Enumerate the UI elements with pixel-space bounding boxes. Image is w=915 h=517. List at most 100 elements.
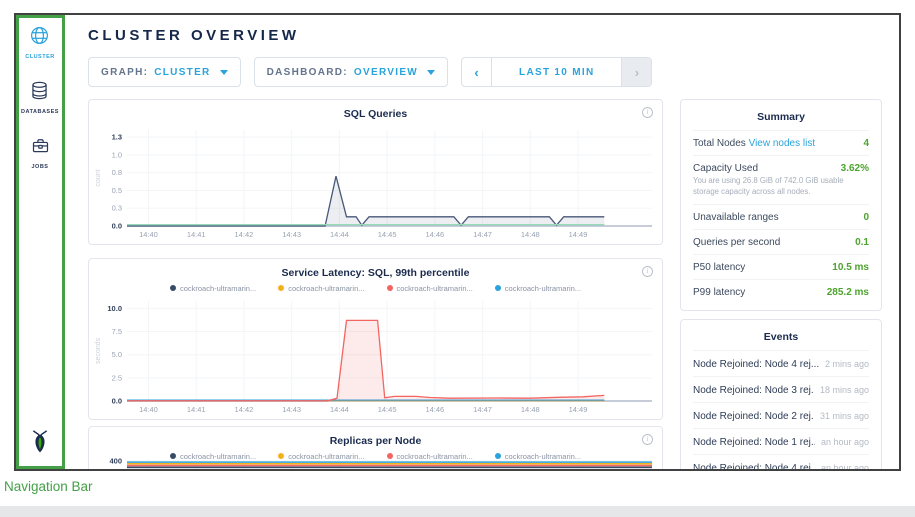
legend-item[interactable]: cockroach-ultramarin... bbox=[387, 283, 473, 293]
svg-text:14:47: 14:47 bbox=[473, 230, 492, 239]
legend-dot-icon bbox=[170, 285, 176, 291]
svg-text:14:49: 14:49 bbox=[569, 405, 588, 414]
capacity-description: You are using 26.8 GiB of 742.0 GiB usab… bbox=[693, 176, 869, 198]
graph-dropdown[interactable]: GRAPH: CLUSTER bbox=[88, 57, 241, 87]
summary-value: 0 bbox=[863, 212, 869, 223]
cockroachdb-logo-icon[interactable] bbox=[27, 428, 53, 461]
legend-label: cockroach-ultramarin... bbox=[288, 284, 364, 293]
info-icon[interactable] bbox=[642, 107, 653, 118]
sidebar-item-cluster[interactable]: CLUSTER bbox=[25, 25, 54, 60]
legend-dot-icon bbox=[495, 285, 501, 291]
svg-text:1.0: 1.0 bbox=[112, 150, 122, 159]
summary-label: Unavailable ranges bbox=[693, 212, 779, 223]
globe-cluster-icon bbox=[29, 25, 50, 51]
svg-text:14:40: 14:40 bbox=[139, 405, 158, 414]
legend-label: cockroach-ultramarin... bbox=[505, 284, 581, 293]
summary-value: 285.2 ms bbox=[827, 287, 869, 298]
summary-row-p99-latency: P99 latency 285.2 ms bbox=[693, 279, 869, 304]
summary-label: Queries per second bbox=[693, 237, 780, 248]
time-next-button[interactable]: › bbox=[621, 58, 651, 86]
graph-dropdown-value: CLUSTER bbox=[154, 67, 210, 78]
svg-text:0.8: 0.8 bbox=[112, 168, 122, 177]
summary-value: 10.5 ms bbox=[832, 262, 869, 273]
summary-panel: Summary Total Nodes View nodes list 4 Ca… bbox=[680, 99, 882, 311]
svg-text:14:44: 14:44 bbox=[330, 230, 349, 239]
svg-text:seconds: seconds bbox=[95, 337, 102, 364]
app-window: CLUSTER DATABASES bbox=[14, 13, 901, 471]
events-panel: Events Node Rejoined: Node 4 rej... 2 mi… bbox=[680, 319, 882, 469]
svg-text:0.3: 0.3 bbox=[112, 204, 122, 213]
svg-text:14:47: 14:47 bbox=[473, 405, 492, 414]
briefcase-icon bbox=[30, 135, 51, 161]
svg-text:7.5: 7.5 bbox=[112, 327, 122, 336]
navigation-bar: CLUSTER DATABASES bbox=[16, 15, 65, 469]
event-time: 18 mins ago bbox=[820, 385, 869, 395]
legend-dot-icon bbox=[387, 285, 393, 291]
svg-text:10.0: 10.0 bbox=[107, 304, 122, 313]
chevron-down-icon bbox=[427, 70, 435, 75]
chevron-down-icon bbox=[220, 70, 228, 75]
event-text: Node Rejoined: Node 3 rej... bbox=[693, 385, 814, 396]
event-time: an hour ago bbox=[821, 437, 869, 447]
svg-text:14:49: 14:49 bbox=[569, 230, 588, 239]
events-title: Events bbox=[693, 320, 869, 350]
svg-text:0.5: 0.5 bbox=[112, 186, 122, 195]
svg-text:14:46: 14:46 bbox=[425, 230, 444, 239]
svg-text:5.0: 5.0 bbox=[112, 350, 122, 359]
svg-text:14:40: 14:40 bbox=[139, 230, 158, 239]
summary-row-unavailable-ranges: Unavailable ranges 0 bbox=[693, 204, 869, 229]
chart-title: SQL Queries bbox=[89, 100, 662, 120]
legend-item[interactable]: cockroach-ultramarin... bbox=[495, 283, 581, 293]
summary-row-capacity-used: Capacity Used 3.62% You are using 26.8 G… bbox=[693, 155, 869, 204]
info-icon[interactable] bbox=[642, 266, 653, 277]
summary-row-p50-latency: P50 latency 10.5 ms bbox=[693, 254, 869, 279]
legend-item[interactable]: cockroach-ultramarin... bbox=[278, 283, 364, 293]
svg-text:2.5: 2.5 bbox=[112, 373, 122, 382]
event-row[interactable]: Node Rejoined: Node 4 rej... an hour ago bbox=[693, 454, 869, 469]
chart-title: Service Latency: SQL, 99th percentile bbox=[89, 259, 662, 279]
replicas-per-node-chart-card: Replicas per Node cockroach-ultramarin..… bbox=[88, 426, 663, 469]
view-nodes-list-link[interactable]: View nodes list bbox=[749, 138, 816, 149]
main-content: CLUSTER OVERVIEW GRAPH: CLUSTER DASHBOAR… bbox=[65, 15, 899, 469]
sidebar-item-jobs[interactable]: JOBS bbox=[30, 135, 51, 170]
time-prev-button[interactable]: ‹ bbox=[462, 58, 492, 86]
legend-dot-icon bbox=[278, 285, 284, 291]
summary-value: 3.62% bbox=[841, 163, 869, 174]
event-row[interactable]: Node Rejoined: Node 3 rej... 18 mins ago bbox=[693, 376, 869, 402]
annotation-navigation-bar-label: Navigation Bar bbox=[4, 479, 93, 494]
sidebar-item-databases[interactable]: DATABASES bbox=[21, 80, 59, 115]
svg-text:14:44: 14:44 bbox=[330, 405, 349, 414]
event-text: Node Rejoined: Node 1 rej... bbox=[693, 437, 815, 448]
svg-text:count: count bbox=[95, 169, 102, 186]
svg-text:14:45: 14:45 bbox=[378, 405, 397, 414]
svg-text:14:42: 14:42 bbox=[235, 230, 254, 239]
svg-text:14:41: 14:41 bbox=[187, 405, 206, 414]
svg-text:0.0: 0.0 bbox=[112, 222, 122, 231]
event-row[interactable]: Node Rejoined: Node 2 rej... 31 mins ago bbox=[693, 402, 869, 428]
sidebar-item-label: JOBS bbox=[32, 164, 49, 170]
event-row[interactable]: Node Rejoined: Node 4 rej... 2 mins ago bbox=[693, 350, 869, 376]
sql-queries-chart-card: SQL Queries 14:4014:4114:4214:4314:4414:… bbox=[88, 99, 663, 245]
summary-row-total-nodes: Total Nodes View nodes list 4 bbox=[693, 130, 869, 155]
svg-text:1.3: 1.3 bbox=[112, 133, 122, 142]
svg-text:14:48: 14:48 bbox=[521, 230, 540, 239]
legend-item[interactable]: cockroach-ultramarin... bbox=[170, 283, 256, 293]
event-row[interactable]: Node Rejoined: Node 1 rej... an hour ago bbox=[693, 428, 869, 454]
chart-legend: cockroach-ultramarin... cockroach-ultrama… bbox=[89, 283, 662, 293]
summary-label: P99 latency bbox=[693, 287, 745, 298]
right-column: Summary Total Nodes View nodes list 4 Ca… bbox=[680, 99, 882, 469]
summary-label: Total Nodes View nodes list bbox=[693, 138, 815, 149]
summary-label: P50 latency bbox=[693, 262, 745, 273]
svg-text:0.0: 0.0 bbox=[112, 397, 122, 406]
dashboard-dropdown[interactable]: DASHBOARD: OVERVIEW bbox=[254, 57, 448, 87]
info-icon[interactable] bbox=[642, 434, 653, 445]
page-title: CLUSTER OVERVIEW bbox=[88, 27, 899, 44]
event-time: 31 mins ago bbox=[820, 411, 869, 421]
graph-dropdown-label: GRAPH: bbox=[101, 67, 148, 78]
sidebar-item-label: DATABASES bbox=[21, 109, 59, 115]
event-time: 2 mins ago bbox=[825, 359, 869, 369]
time-range-value[interactable]: LAST 10 MIN bbox=[492, 58, 621, 86]
legend-label: cockroach-ultramarin... bbox=[397, 284, 473, 293]
summary-value: 0.1 bbox=[855, 237, 869, 248]
summary-row-queries-per-second: Queries per second 0.1 bbox=[693, 229, 869, 254]
